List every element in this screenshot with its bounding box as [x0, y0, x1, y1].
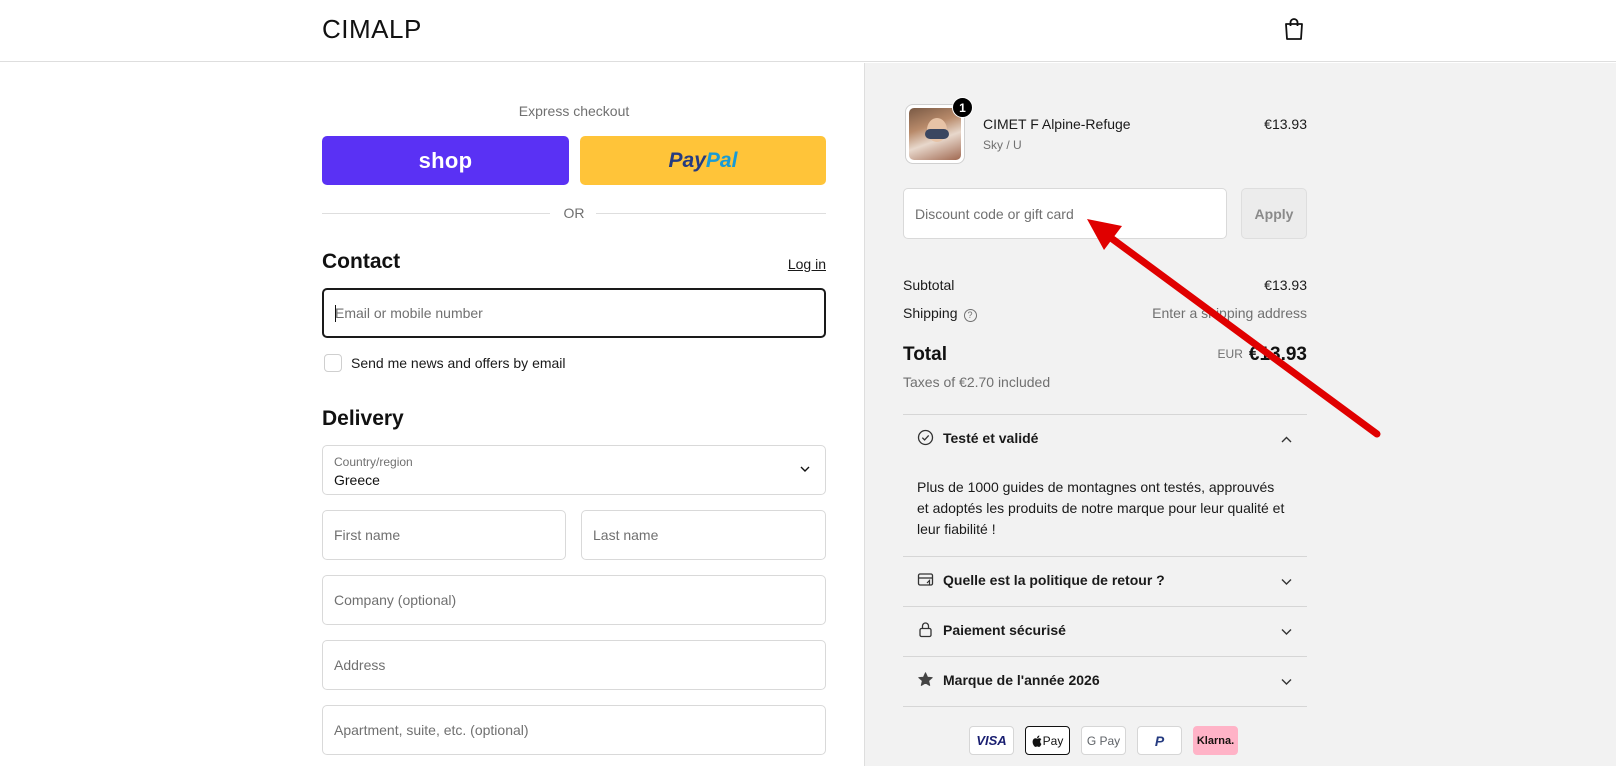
apply-discount-button[interactable]: Apply — [1241, 188, 1307, 239]
paypal-label-pal: Pal — [705, 148, 738, 172]
shopping-bag-icon[interactable] — [1283, 17, 1305, 41]
accordion-return-policy[interactable]: Quelle est la politique de retour ? — [903, 556, 1307, 606]
chevron-up-icon[interactable] — [1280, 433, 1293, 446]
shipping-value: Enter a shipping address — [1152, 305, 1307, 321]
country-label: Country/region — [334, 455, 413, 469]
apple-logo-icon — [1032, 735, 1042, 747]
visa-icon: VISA — [969, 726, 1014, 755]
product-name: CIMET F Alpine-Refuge — [983, 116, 1131, 132]
address-input[interactable]: Address — [322, 640, 826, 690]
taxes-note: Taxes of €2.70 included — [903, 374, 1051, 390]
return-box-icon — [917, 573, 934, 586]
total-row: EUR €13.93 — [1218, 344, 1307, 366]
email-input[interactable]: Email or mobile number — [322, 288, 826, 338]
accordion-title: Testé et validé — [943, 430, 1039, 446]
discount-placeholder: Discount code or gift card — [915, 206, 1074, 222]
paypal-button[interactable]: Pay Pal — [580, 136, 826, 185]
chevron-down-icon[interactable] — [1280, 575, 1293, 588]
star-icon — [918, 672, 933, 686]
country-select[interactable]: Country/region Greece — [322, 445, 826, 495]
shipping-row: Shipping? — [903, 305, 977, 322]
accordion-title: Marque de l'année 2026 — [943, 672, 1100, 688]
newsletter-checkbox[interactable] — [324, 354, 342, 372]
help-circle-icon[interactable]: ? — [963, 309, 977, 322]
lock-icon — [919, 622, 932, 638]
product-variant: Sky / U — [983, 138, 1022, 152]
shop-pay-button[interactable]: shop — [322, 136, 569, 185]
apartment-input[interactable]: Apartment, suite, etc. (optional) — [322, 705, 826, 755]
express-checkout-label: Express checkout — [518, 103, 630, 119]
accordion-tested-validated[interactable]: Testé et validé Plus de 1000 guides de m… — [903, 414, 1307, 556]
apartment-placeholder: Apartment, suite, etc. (optional) — [334, 722, 529, 738]
last-name-input[interactable]: Last name — [581, 510, 826, 560]
last-name-placeholder: Last name — [593, 527, 659, 543]
accordion-secure-payment[interactable]: Paiement sécurisé — [903, 606, 1307, 656]
product-price: €13.93 — [1264, 116, 1307, 132]
login-link[interactable]: Log in — [788, 256, 826, 272]
company-placeholder: Company (optional) — [334, 592, 457, 608]
quantity-badge: 1 — [952, 97, 973, 118]
newsletter-label[interactable]: Send me news and offers by email — [351, 355, 566, 371]
check-circle-icon — [917, 429, 934, 446]
chevron-down-icon — [800, 466, 810, 472]
page-header: CIMALP — [0, 0, 1616, 62]
accordion-body: Plus de 1000 guides de montagnes ont tes… — [917, 479, 1285, 537]
brand-logo[interactable]: CIMALP — [322, 14, 422, 45]
company-input[interactable]: Company (optional) — [322, 575, 826, 625]
email-placeholder: Email or mobile number — [335, 305, 483, 321]
accordion-title: Paiement sécurisé — [943, 622, 1066, 638]
discount-input[interactable]: Discount code or gift card — [903, 188, 1227, 239]
subtotal-value: €13.93 — [1264, 277, 1307, 293]
total-value: €13.93 — [1248, 344, 1307, 365]
apple-pay-label: Pay — [1042, 733, 1064, 748]
google-pay-icon: G Pay — [1081, 726, 1126, 755]
accordion-title: Quelle est la politique de retour ? — [943, 572, 1165, 588]
first-name-placeholder: First name — [334, 527, 401, 543]
shop-pay-label: shop — [418, 147, 473, 173]
klarna-icon: Klarna. — [1193, 726, 1238, 755]
subtotal-label: Subtotal — [903, 277, 955, 293]
or-label: OR — [563, 205, 585, 221]
contact-title: Contact — [322, 250, 401, 273]
paypal-label-pay: Pay — [668, 148, 706, 172]
chevron-down-icon[interactable] — [1280, 625, 1293, 638]
shipping-label: Shipping — [903, 305, 958, 321]
paypal-icon: P — [1137, 726, 1182, 755]
product-image — [909, 108, 961, 160]
address-placeholder: Address — [334, 657, 386, 673]
accordion-brand-of-year[interactable]: Marque de l'année 2026 — [903, 656, 1307, 707]
or-divider: OR — [322, 203, 826, 223]
apple-pay-icon: Pay — [1025, 726, 1070, 755]
delivery-title: Delivery — [322, 407, 404, 430]
total-currency: EUR — [1217, 347, 1243, 361]
first-name-input[interactable]: First name — [322, 510, 566, 560]
product-image-neckwear — [925, 129, 949, 139]
total-label: Total — [903, 344, 947, 365]
chevron-down-icon[interactable] — [1280, 675, 1293, 688]
country-value: Greece — [334, 472, 380, 488]
